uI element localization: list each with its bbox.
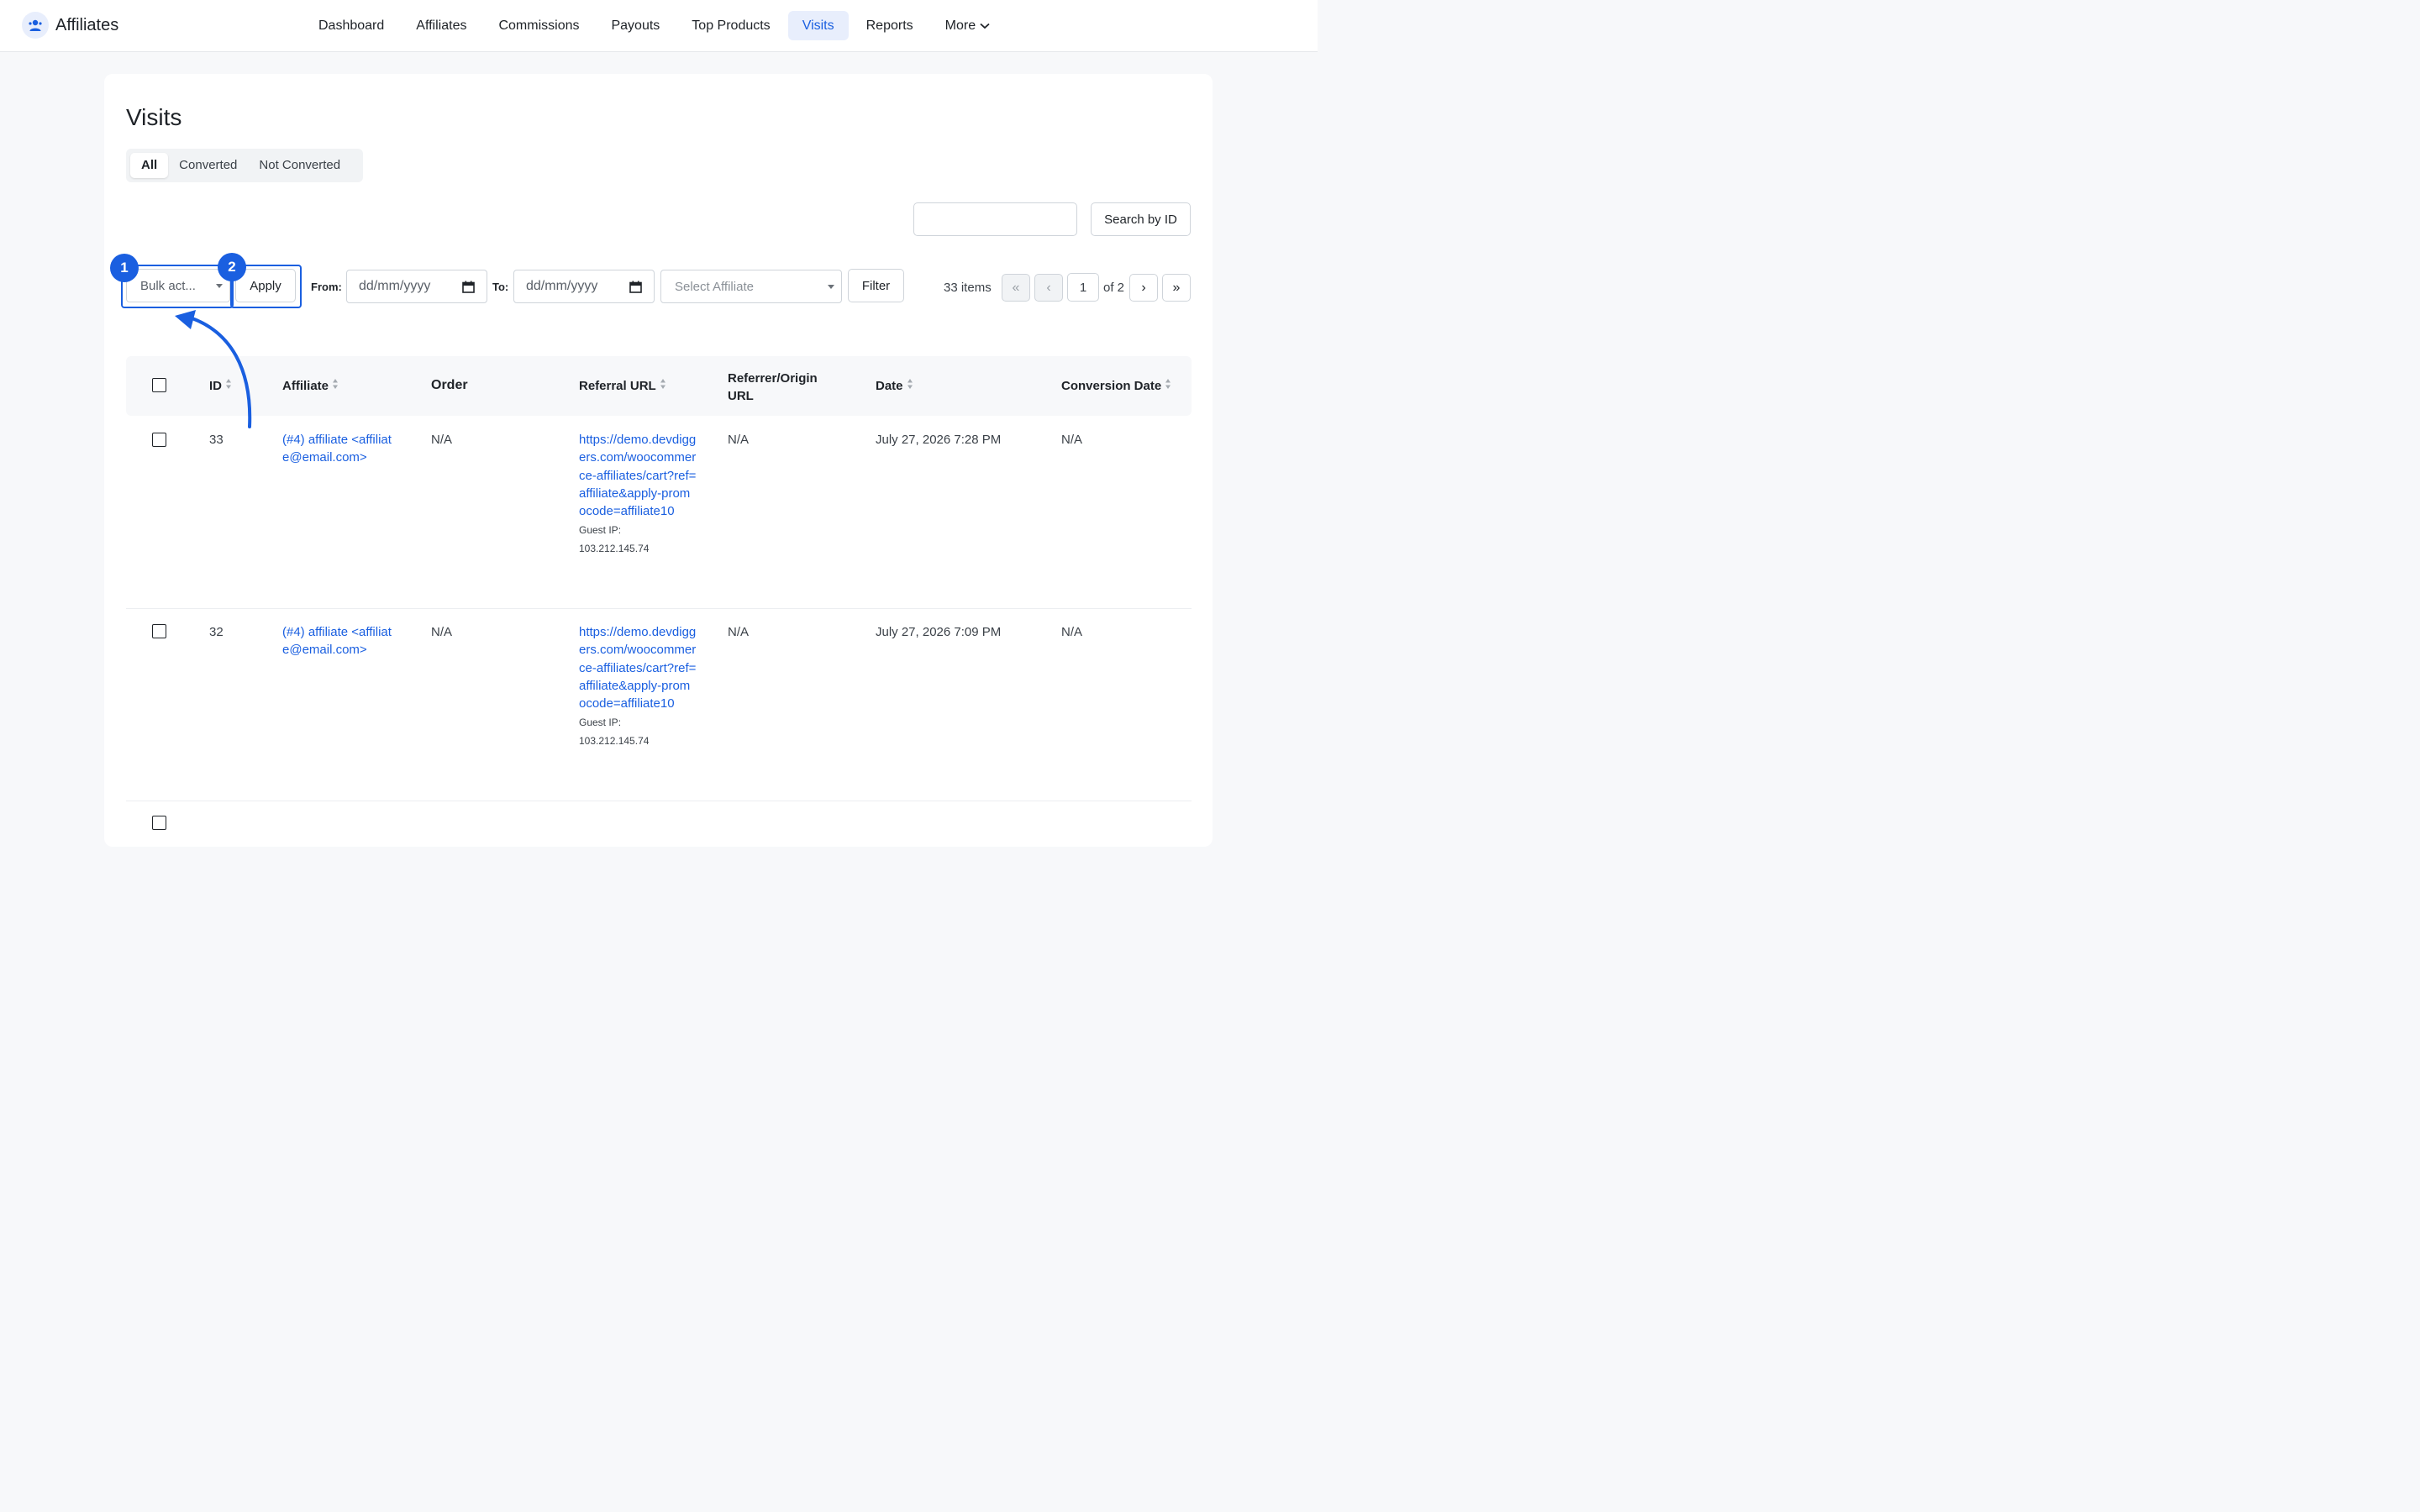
page-title: Visits — [126, 104, 182, 130]
row-id: 32 — [209, 625, 224, 639]
column-header-date-label: Date — [876, 378, 903, 393]
nav-item-payouts[interactable]: Payouts — [597, 11, 674, 40]
filter-button[interactable]: Filter — [848, 269, 904, 302]
row-referrer-url: N/A — [728, 433, 750, 447]
nav-item-top-products[interactable]: Top Products — [677, 11, 784, 40]
items-count: 33 items — [944, 281, 992, 295]
affiliate-logo-icon — [22, 12, 49, 39]
column-header-id-label: ID — [209, 378, 222, 393]
row-order: N/A — [431, 433, 453, 447]
main-nav: Dashboard Affiliates Commissions Payouts… — [304, 11, 1007, 40]
column-header-conversion-date[interactable]: Conversion Date — [1061, 378, 1171, 393]
nav-item-dashboard[interactable]: Dashboard — [304, 11, 398, 40]
row-order: N/A — [431, 625, 453, 639]
column-header-affiliate[interactable]: Affiliate — [282, 378, 339, 393]
sort-icon — [660, 378, 666, 393]
nav-item-more[interactable]: More — [931, 11, 1004, 40]
column-header-conversion-date-label: Conversion Date — [1061, 378, 1162, 393]
column-header-referrer-url-label: Referrer/Origin URL — [728, 371, 818, 403]
status-tabs: All Converted Not Converted — [126, 149, 363, 182]
row-conversion-date: N/A — [1061, 433, 1083, 447]
column-header-date[interactable]: Date — [876, 378, 913, 393]
row-date: July 27, 2026 7:09 PM — [876, 625, 1002, 639]
column-header-referrer-url: Referrer/Origin URL — [728, 370, 833, 405]
nav-item-commissions[interactable]: Commissions — [484, 11, 593, 40]
column-header-order: Order — [431, 378, 468, 393]
column-header-referral-url-label: Referral URL — [579, 378, 656, 393]
row-affiliate-link[interactable]: (#4) affiliate <affiliate@email.com> — [282, 431, 392, 467]
guest-ip-label: Guest IP: — [579, 717, 622, 729]
row-divider — [126, 608, 1192, 609]
nav-item-reports[interactable]: Reports — [852, 11, 928, 40]
tab-converted[interactable]: Converted — [168, 153, 248, 178]
top-navigation-bar: Affiliates Dashboard Affiliates Commissi… — [0, 0, 1318, 52]
next-page-button[interactable]: › — [1129, 274, 1158, 302]
row-date: July 27, 2026 7:28 PM — [876, 433, 1002, 447]
last-page-button[interactable]: » — [1162, 274, 1191, 302]
brand[interactable]: Affiliates — [22, 12, 118, 39]
nav-item-visits[interactable]: Visits — [787, 11, 849, 40]
sort-icon — [332, 378, 339, 393]
search-input[interactable] — [913, 202, 1077, 236]
annotation-badge-1: 1 — [110, 254, 139, 282]
nav-item-more-label: More — [944, 18, 976, 33]
row-id: 33 — [209, 433, 224, 447]
sort-icon — [225, 378, 232, 393]
search-by-id-button[interactable]: Search by ID — [1091, 202, 1191, 236]
row-referral-cell: https://demo.devdiggers.com/woocommerce-… — [579, 623, 697, 750]
nav-item-affiliates[interactable]: Affiliates — [402, 11, 481, 40]
from-label: From: — [311, 281, 342, 293]
app-title: Affiliates — [55, 15, 119, 34]
tab-not-converted[interactable]: Not Converted — [248, 153, 351, 178]
annotation-badge-2: 2 — [218, 253, 246, 281]
row-affiliate-link[interactable]: (#4) affiliate <affiliate@email.com> — [282, 623, 392, 659]
previous-page-button[interactable]: ‹ — [1034, 274, 1063, 302]
tab-all[interactable]: All — [130, 153, 169, 178]
from-date-placeholder: dd/mm/yyyy — [359, 279, 431, 293]
row-checkbox[interactable] — [152, 624, 166, 638]
column-header-referral-url[interactable]: Referral URL — [579, 378, 666, 393]
row-referral-url-link[interactable]: https://demo.devdiggers.com/woocommerce-… — [579, 431, 697, 520]
row-referrer-url: N/A — [728, 625, 750, 639]
dropdown-caret-icon — [828, 285, 834, 289]
row-conversion-date: N/A — [1061, 625, 1083, 639]
affiliate-select[interactable]: Select Affiliate — [660, 270, 842, 303]
guest-ip: Guest IP: 103.212.145.74 — [579, 713, 697, 750]
calendar-icon[interactable] — [462, 281, 475, 297]
chevron-down-icon — [980, 11, 990, 40]
guest-ip-label: Guest IP: — [579, 524, 622, 537]
guest-ip-value: 103.212.145.74 — [579, 735, 650, 748]
sort-icon — [1165, 378, 1171, 393]
sort-icon — [907, 378, 913, 393]
from-date-input[interactable]: dd/mm/yyyy — [346, 270, 487, 303]
row-checkbox[interactable] — [152, 433, 166, 447]
column-header-order-label: Order — [431, 378, 468, 392]
to-label: To: — [492, 281, 509, 293]
first-page-button[interactable]: « — [1002, 274, 1030, 302]
select-all-checkbox[interactable] — [152, 378, 166, 392]
total-pages-label: of 2 — [1103, 281, 1125, 295]
column-header-affiliate-label: Affiliate — [282, 378, 329, 393]
affiliate-select-placeholder: Select Affiliate — [675, 279, 754, 294]
to-date-placeholder: dd/mm/yyyy — [526, 279, 598, 293]
row-referral-url-link[interactable]: https://demo.devdiggers.com/woocommerce-… — [579, 623, 697, 712]
row-referral-cell: https://demo.devdiggers.com/woocommerce-… — [579, 431, 697, 558]
to-date-input[interactable]: dd/mm/yyyy — [513, 270, 655, 303]
guest-ip-value: 103.212.145.74 — [579, 543, 650, 555]
current-page-input[interactable]: 1 — [1067, 273, 1099, 302]
calendar-icon[interactable] — [629, 281, 642, 297]
row-checkbox[interactable] — [152, 816, 166, 830]
guest-ip: Guest IP: 103.212.145.74 — [579, 521, 697, 558]
column-header-id[interactable]: ID — [209, 378, 232, 393]
